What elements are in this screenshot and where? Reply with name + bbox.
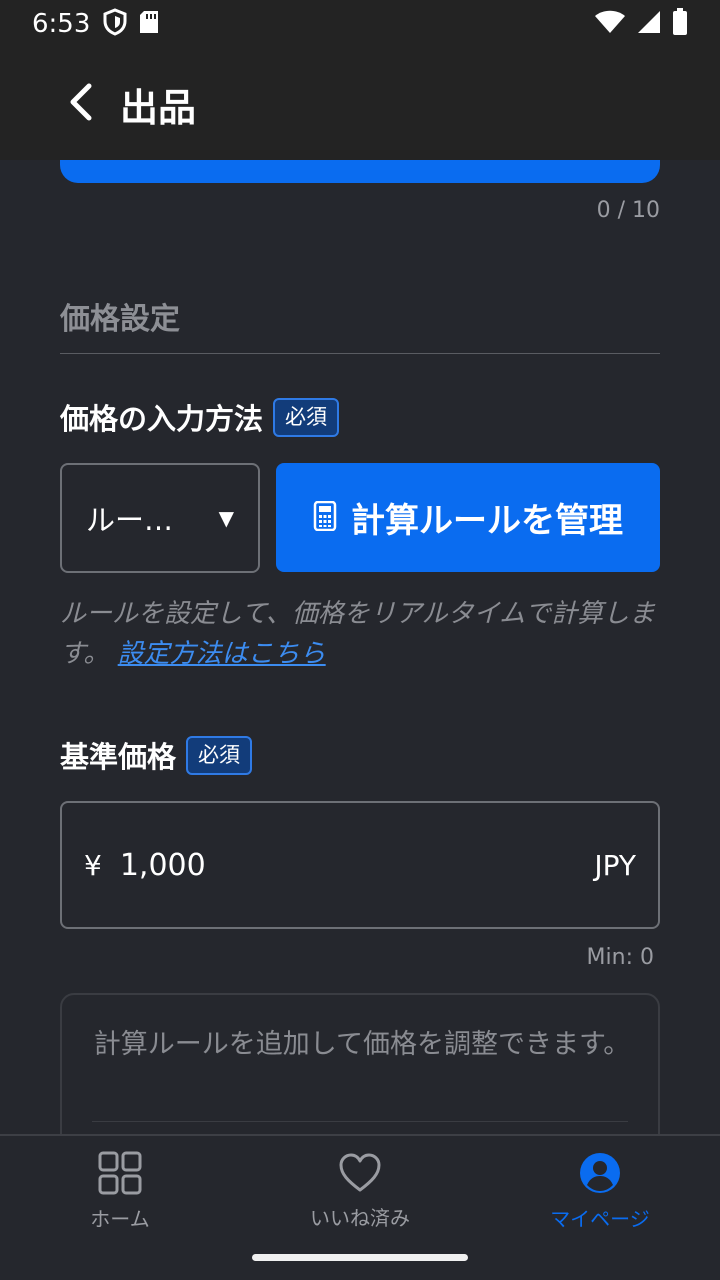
- status-time: 6:53: [32, 9, 91, 39]
- rule-card: 計算ルールを追加して価格を調整できます。: [60, 993, 660, 1134]
- required-badge: 必須: [186, 735, 253, 775]
- nav-label-home: ホーム: [90, 1206, 150, 1231]
- sd-card-icon: [138, 9, 160, 39]
- listing-form[interactable]: 0 / 10 価格設定 価格の入力方法 必須 ルー… ▼ 計算ルールを管理 ルー…: [0, 160, 720, 1134]
- input-method-select[interactable]: ルー… ▼: [60, 463, 260, 573]
- image-counter: 0 / 10: [596, 198, 660, 223]
- manage-rules-button[interactable]: 計算ルールを管理: [276, 463, 660, 572]
- input-method-label-text: 価格の入力方法: [60, 402, 264, 436]
- nav-item-liked[interactable]: いいね済み: [240, 1136, 480, 1246]
- min-value-hint: Min: 0: [586, 945, 654, 970]
- how-to-link[interactable]: 設定方法はこちら: [118, 639, 326, 669]
- heart-icon: [338, 1152, 382, 1198]
- signal-icon: [636, 9, 662, 39]
- gesture-bar[interactable]: [252, 1254, 468, 1261]
- base-price-value[interactable]: 1,000: [120, 848, 206, 883]
- page-title: 出品: [120, 85, 197, 130]
- chevron-left-icon: [65, 82, 95, 126]
- account-circle-icon: [578, 1151, 622, 1199]
- input-method-label: 価格の入力方法 必須: [60, 396, 340, 438]
- back-button[interactable]: [50, 74, 110, 134]
- base-price-input[interactable]: ¥ 1,000 JPY: [60, 801, 660, 929]
- required-badge: 必須: [273, 397, 340, 437]
- section-title-price: 価格設定: [60, 302, 180, 337]
- nav-label-mypage: マイページ: [550, 1206, 650, 1231]
- dropdown-arrow-icon: ▼: [218, 506, 234, 530]
- base-price-label-text: 基準価格: [60, 740, 177, 774]
- input-method-select-value: ルー…: [86, 503, 174, 537]
- app-bar: 出品: [0, 48, 720, 160]
- nav-item-mypage[interactable]: マイページ: [480, 1136, 720, 1246]
- section-divider: [60, 353, 660, 354]
- grid-icon: [98, 1151, 142, 1199]
- helper-text: ルールを設定して、価格をリアルタイムで計算します。 設定方法はこちら: [60, 594, 660, 674]
- wifi-icon: [594, 9, 626, 39]
- calculator-icon: [313, 500, 337, 535]
- nav-item-home[interactable]: ホーム: [0, 1136, 240, 1246]
- bottom-nav: ホーム いいね済み マイページ: [0, 1134, 720, 1280]
- image-upload-button[interactable]: [60, 160, 660, 183]
- rule-card-divider: [92, 1121, 628, 1122]
- manage-rules-label: 計算ルールを管理: [351, 501, 623, 541]
- currency-code: JPY: [594, 848, 636, 882]
- nav-label-liked: いいね済み: [310, 1205, 410, 1230]
- shield-icon: [102, 8, 128, 40]
- currency-symbol: ¥: [84, 848, 102, 882]
- rule-card-text: 計算ルールを追加して価格を調整できます。: [93, 1029, 631, 1060]
- base-price-label: 基準価格 必須: [60, 734, 253, 776]
- battery-icon: [672, 8, 688, 40]
- status-bar: 6:53: [0, 0, 720, 48]
